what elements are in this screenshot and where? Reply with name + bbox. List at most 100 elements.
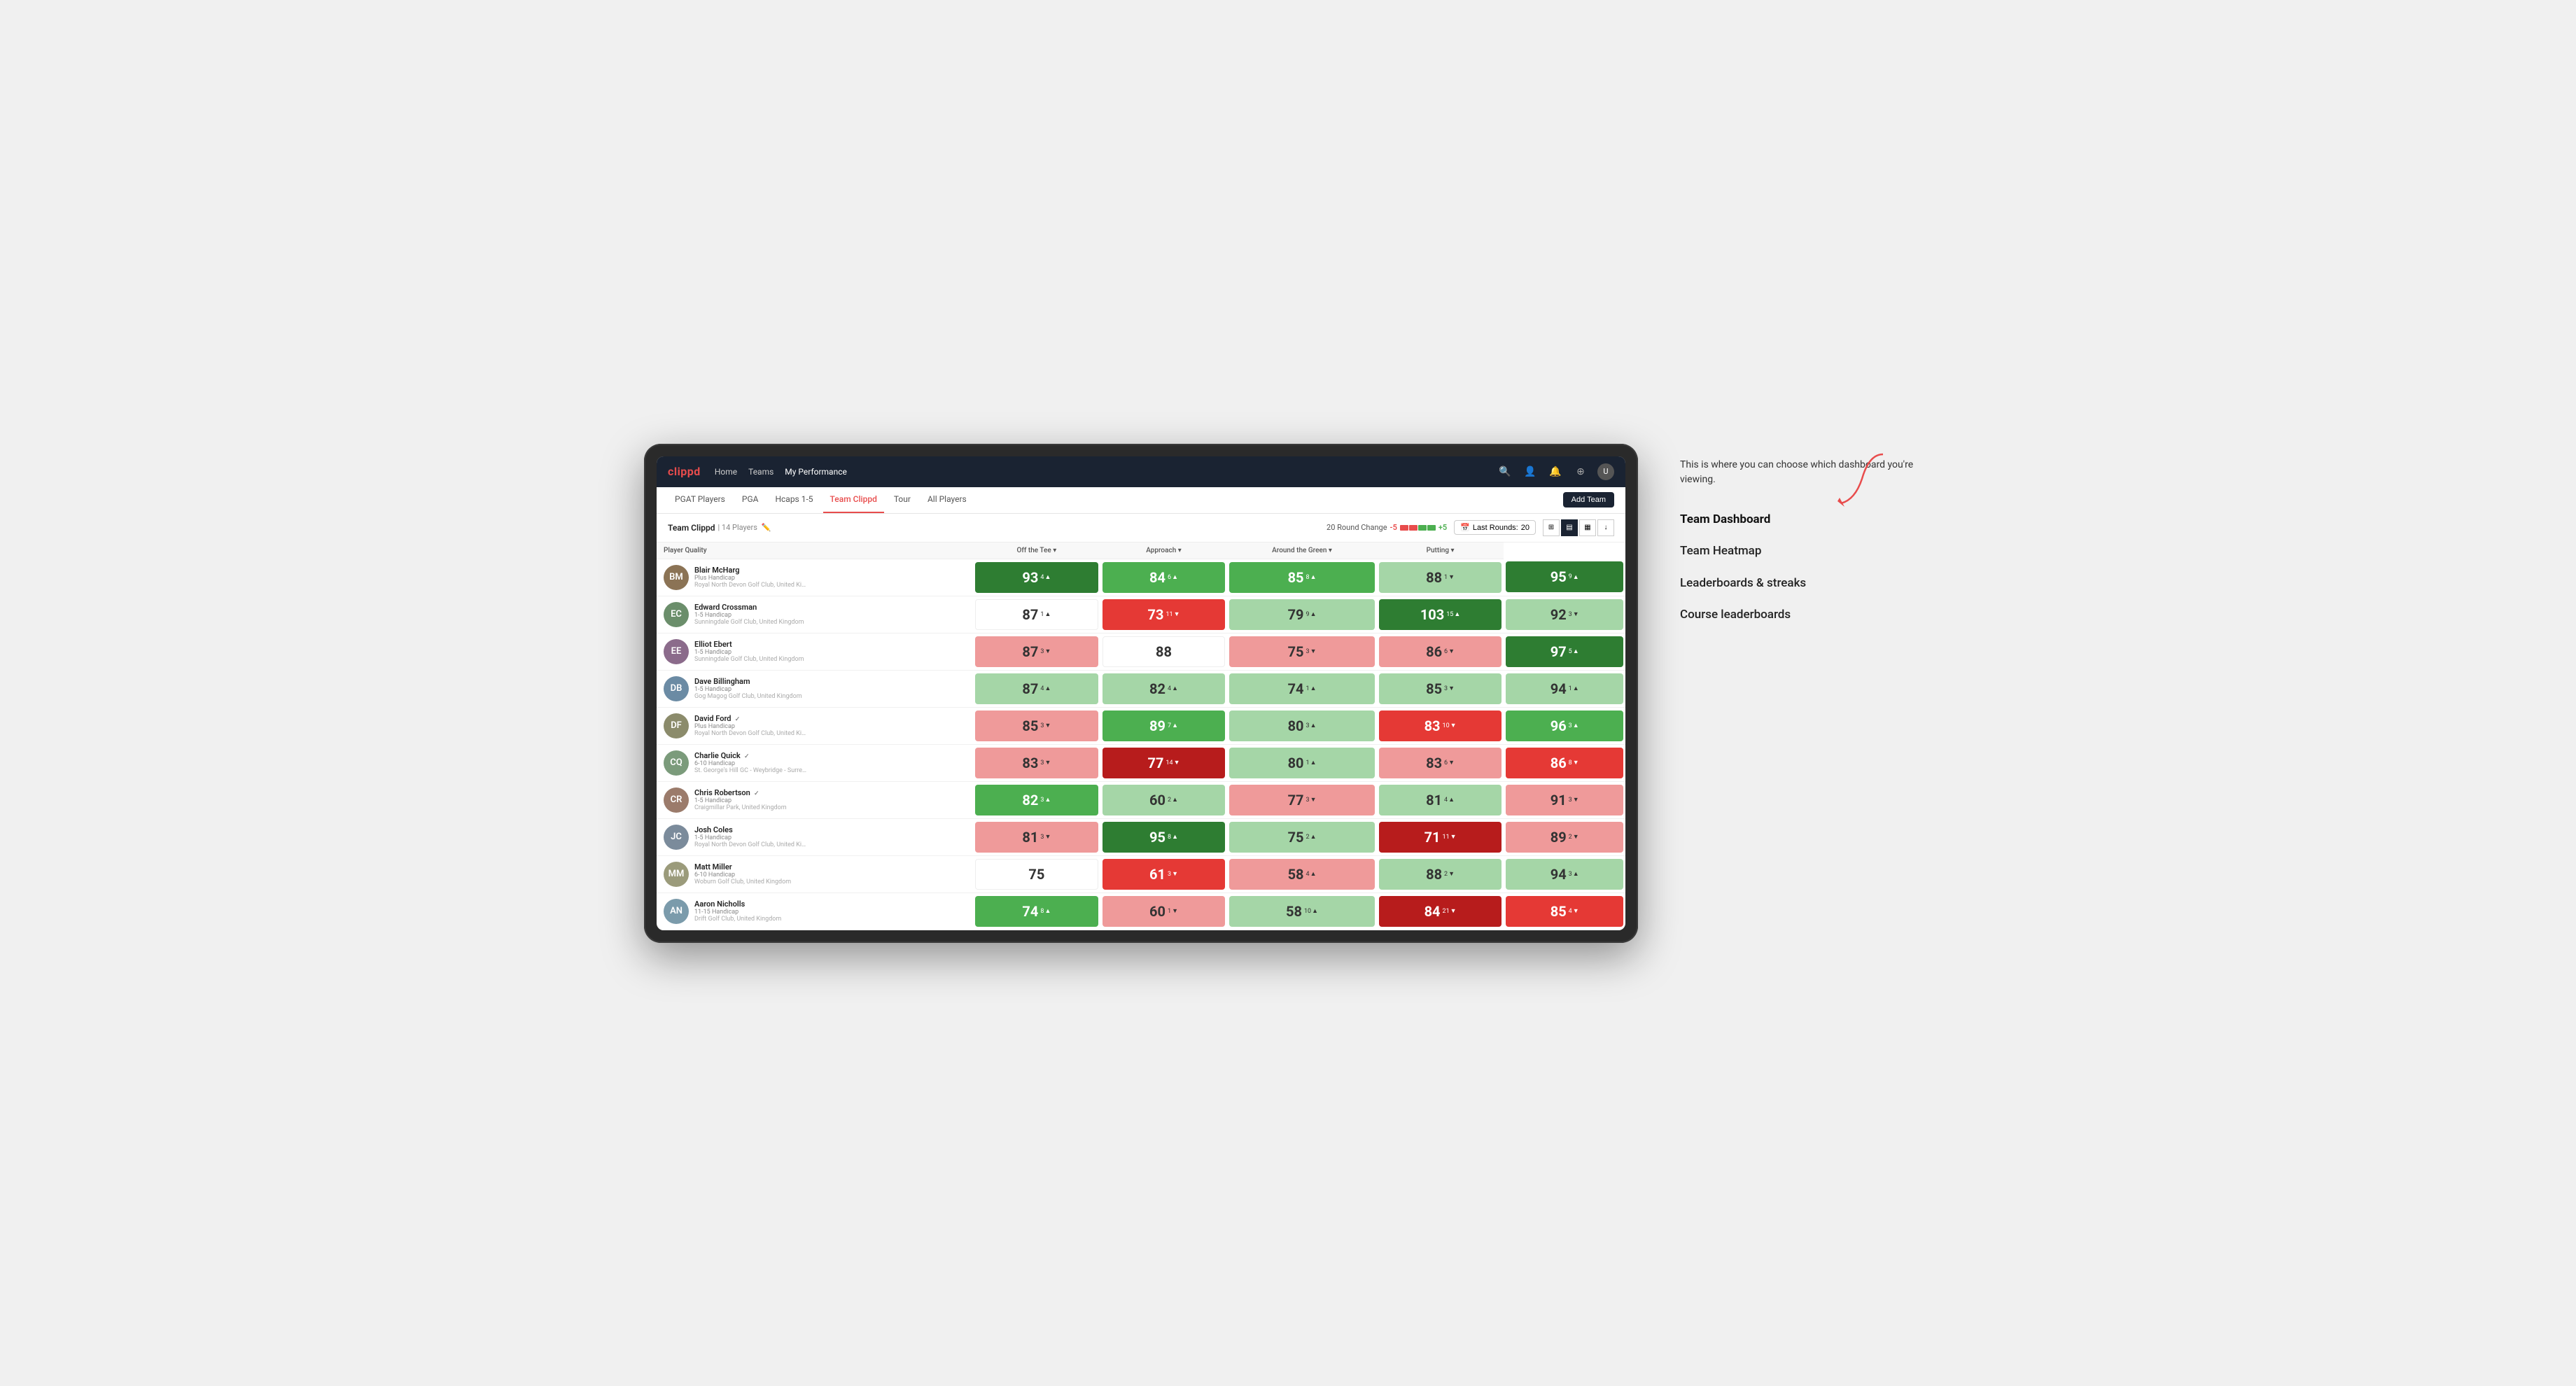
player-name[interactable]: Matt Miller (694, 862, 966, 872)
player-name[interactable]: David Ford ✓ (694, 714, 966, 723)
metric-off_tee: 88 (1102, 636, 1226, 667)
player-club: Sunningdale Golf Club, United Kingdom (694, 656, 806, 663)
table-row[interactable]: DFDavid Ford ✓Plus HandicapRoyal North D… (657, 707, 1625, 744)
up-arrow-icon (1044, 610, 1051, 618)
add-team-button[interactable]: Add Team (1563, 492, 1614, 507)
up-arrow-icon (1310, 833, 1317, 841)
view-heatmap-button[interactable]: ▦ (1579, 519, 1596, 536)
subnav-hcaps[interactable]: Hcaps 1-5 (768, 486, 820, 513)
subnav-pgat[interactable]: PGAT Players (668, 486, 732, 513)
metric-score-value: 86 (1426, 643, 1442, 660)
nav-links: Home Teams My Performance (715, 467, 1483, 477)
menu-item[interactable]: Team Heatmap (1680, 536, 1932, 568)
player-cell: MMMatt Miller6-10 HandicapWoburn Golf Cl… (657, 856, 973, 892)
down-arrow-icon (1310, 648, 1317, 655)
player-club: Drift Golf Club, United Kingdom (694, 916, 806, 923)
nav-teams[interactable]: Teams (748, 467, 774, 477)
menu-item[interactable]: Team Dashboard (1680, 504, 1932, 536)
search-icon[interactable]: 🔍 (1497, 463, 1513, 480)
player-cell: CQCharlie Quick ✓6-10 HandicapSt. George… (657, 745, 973, 781)
avatar: EE (664, 639, 689, 664)
round-change: 20 Round Change -5 +5 (1326, 523, 1447, 532)
top-nav: clippd Home Teams My Performance 🔍 👤 🔔 ⊕… (657, 456, 1625, 487)
nav-my-performance[interactable]: My Performance (785, 467, 847, 477)
player-name[interactable]: Elliot Ebert (694, 640, 966, 649)
table-row[interactable]: CRChris Robertson ✓1-5 HandicapCraigmill… (657, 781, 1625, 818)
metric-score-value: 75 (1028, 866, 1044, 883)
metric-player_quality: 853 (975, 710, 1098, 741)
metric-score-value: 86 (1550, 755, 1567, 771)
metric-score-value: 77 (1288, 792, 1304, 808)
metric-putting: 975 (1506, 636, 1623, 667)
metric-score-value: 84 (1149, 569, 1166, 586)
subnav-team-clippd[interactable]: Team Clippd (823, 486, 884, 513)
metric-putting: 923 (1506, 599, 1623, 630)
view-download-button[interactable]: ↓ (1597, 519, 1614, 536)
down-arrow-icon (1044, 722, 1051, 729)
player-name[interactable]: Dave Billingham (694, 677, 966, 686)
down-arrow-icon (1044, 648, 1051, 655)
metric-score-value: 93 (1022, 569, 1038, 586)
table-row[interactable]: CQCharlie Quick ✓6-10 HandicapSt. George… (657, 744, 1625, 781)
metric-player_quality: 873 (975, 636, 1098, 667)
metric-approach: 801 (1229, 748, 1374, 778)
table-row[interactable]: JCJosh Coles1-5 HandicapRoyal North Devo… (657, 818, 1625, 855)
avatar-icon[interactable]: U (1597, 463, 1614, 480)
bar-pos (1418, 525, 1427, 531)
down-arrow-icon (1448, 870, 1455, 878)
table-row[interactable]: BMBlair McHargPlus HandicapRoyal North D… (657, 559, 1625, 596)
down-arrow-icon (1573, 610, 1579, 618)
player-club: Gog Magog Golf Club, United Kingdom (694, 693, 806, 700)
table-row[interactable]: DBDave Billingham1-5 HandicapGog Magog G… (657, 670, 1625, 707)
compass-icon[interactable]: ⊕ (1572, 463, 1589, 480)
annotation-arrow-svg (1820, 451, 1890, 507)
metric-putting: 963 (1506, 710, 1623, 741)
metric-change: 10 (1304, 907, 1318, 915)
metric-putting: 959 (1506, 561, 1623, 592)
user-icon[interactable]: 👤 (1522, 463, 1539, 480)
table-row[interactable]: ANAaron Nicholls11-15 HandicapDrift Golf… (657, 892, 1625, 930)
metric-score-value: 87 (1022, 680, 1038, 697)
table-row[interactable]: EEElliot Ebert1-5 HandicapSunningdale Go… (657, 633, 1625, 670)
avatar: DF (664, 713, 689, 738)
subnav-pga[interactable]: PGA (735, 486, 766, 513)
down-arrow-icon (1573, 796, 1579, 804)
player-name[interactable]: Blair McHarg (694, 566, 966, 575)
metric-putting: 941 (1506, 673, 1623, 704)
edit-icon[interactable]: ✏️ (762, 523, 771, 532)
player-name[interactable]: Charlie Quick ✓ (694, 751, 966, 760)
table-row[interactable]: ECEdward Crossman1-5 HandicapSunningdale… (657, 596, 1625, 633)
metric-score-value: 92 (1550, 606, 1567, 623)
down-arrow-icon (1172, 907, 1178, 915)
player-cell: BMBlair McHargPlus HandicapRoyal North D… (657, 559, 973, 596)
player-name[interactable]: Aaron Nicholls (694, 899, 966, 909)
metric-around_green: 853 (1379, 673, 1502, 704)
subnav-tour[interactable]: Tour (887, 486, 918, 513)
bell-icon[interactable]: 🔔 (1547, 463, 1564, 480)
avatar: JC (664, 825, 689, 850)
player-name[interactable]: Edward Crossman (694, 603, 966, 612)
player-club: Sunningdale Golf Club, United Kingdom (694, 619, 806, 626)
view-table-button[interactable]: ▤ (1561, 519, 1578, 536)
player-name[interactable]: Chris Robertson ✓ (694, 788, 966, 797)
down-arrow-icon (1310, 796, 1317, 804)
metric-player_quality: 748 (975, 896, 1098, 927)
up-arrow-icon (1044, 796, 1051, 804)
view-grid-button[interactable]: ⊞ (1543, 519, 1560, 536)
metric-change: 9 (1306, 610, 1317, 618)
player-club: St. George's Hill GC - Weybridge - Surre… (694, 767, 806, 774)
down-arrow-icon (1448, 573, 1455, 581)
metric-score-value: 73 (1148, 606, 1164, 623)
player-name[interactable]: Josh Coles (694, 825, 966, 834)
table-row[interactable]: MMMatt Miller6-10 HandicapWoburn Golf Cl… (657, 855, 1625, 892)
col-player-quality: Player Quality (657, 542, 973, 559)
subnav-all-players[interactable]: All Players (920, 486, 974, 513)
menu-item[interactable]: Course leaderboards (1680, 599, 1932, 631)
last-rounds-button[interactable]: 📅 Last Rounds: 20 (1454, 520, 1536, 535)
metric-change: 8 (1040, 907, 1051, 915)
nav-home[interactable]: Home (715, 467, 737, 477)
metric-change: 5 (1569, 648, 1579, 655)
up-arrow-icon (1172, 796, 1178, 804)
menu-item[interactable]: Leaderboards & streaks (1680, 568, 1932, 600)
metric-score-value: 88 (1426, 569, 1442, 586)
